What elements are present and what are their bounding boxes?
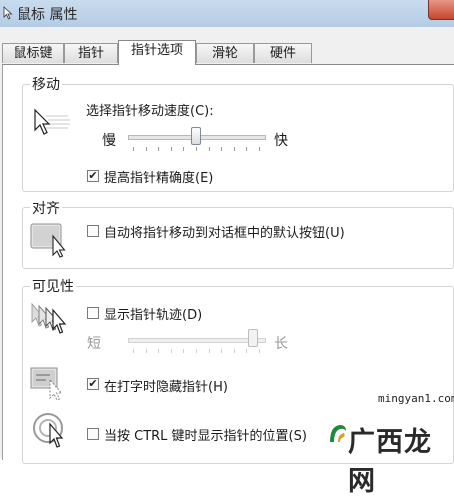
slider-tick <box>208 147 210 151</box>
hide-typing-checkbox[interactable]: ✔ <box>87 378 99 390</box>
slow-label: 慢 <box>102 133 116 149</box>
tab-label: 滑轮 <box>211 46 238 61</box>
slider-tick <box>133 147 134 151</box>
slider-tick <box>246 147 248 151</box>
ctrl-locate-checkbox[interactable] <box>87 428 99 440</box>
precision-label: 提高指针精确度(E) <box>104 171 214 186</box>
snap-group-title: 对齐 <box>30 198 62 218</box>
trails-label: 显示指针轨迹(D) <box>104 308 203 323</box>
slider-tick <box>170 349 172 353</box>
ctrl-locate-label: 当按 CTRL 键时显示指针的位置(S) <box>104 429 307 444</box>
snap-label: 自动将指针移动到对话框中的默认按钮(U) <box>104 226 345 241</box>
slider-tick <box>208 349 210 353</box>
slider-tick <box>233 349 235 353</box>
window-title: 鼠标 属性 <box>17 7 78 23</box>
watermark-url: mingyan1.com <box>378 392 454 405</box>
slider-tick <box>145 349 147 353</box>
slider-tick <box>196 349 197 353</box>
speed-label: 选择指针移动速度(C): <box>86 104 214 119</box>
trails-slider-track[interactable] <box>128 338 266 343</box>
hide-while-typing-icon <box>30 367 63 401</box>
tab-wheel[interactable]: 滑轮 <box>196 43 254 63</box>
slider-tick <box>221 147 223 151</box>
precision-checkbox[interactable]: ✔ <box>87 170 99 182</box>
close-button[interactable] <box>428 0 454 20</box>
snap-checkbox[interactable] <box>87 225 99 237</box>
short-label: 短 <box>87 336 101 352</box>
slider-tick <box>170 147 172 151</box>
trails-slider-thumb[interactable] <box>247 329 258 347</box>
speed-slider-thumb[interactable] <box>191 127 201 145</box>
fast-label: 快 <box>274 133 288 149</box>
tab-label: 指针 <box>77 46 104 61</box>
slider-tick <box>158 349 160 353</box>
motion-group-title: 移动 <box>30 74 62 94</box>
trails-checkbox[interactable] <box>87 307 99 319</box>
tab-pointers[interactable]: 指针 <box>64 43 118 63</box>
title-bar: 鼠标 属性 <box>0 0 454 28</box>
tab-hardware[interactable]: 硬件 <box>254 43 312 63</box>
slider-tick <box>196 147 197 151</box>
visibility-group-title: 可见性 <box>30 276 76 296</box>
slider-tick <box>259 147 260 151</box>
watermark-logo-icon <box>330 425 346 442</box>
slider-tick <box>233 147 235 151</box>
tab-pointer-options[interactable]: 指针选项 <box>118 40 196 65</box>
ctrl-locate-pointer-icon <box>33 413 64 448</box>
hide-typing-label: 在打字时隐藏指针(H) <box>104 380 228 395</box>
slider-tick <box>145 147 147 151</box>
pointer-trails-icon <box>31 302 67 334</box>
tab-label: 鼠标键 <box>13 46 53 61</box>
check-mark-icon: ✔ <box>88 169 98 182</box>
slider-tick <box>246 349 248 353</box>
slider-tick <box>183 349 185 353</box>
slider-tick <box>183 147 185 151</box>
pointer-speed-icon <box>34 108 70 135</box>
check-mark-icon: ✔ <box>88 377 98 390</box>
slider-tick <box>259 349 260 353</box>
slider-tick <box>158 147 160 151</box>
long-label: 长 <box>274 336 288 352</box>
slider-tick <box>221 349 223 353</box>
tab-label: 硬件 <box>269 46 296 61</box>
slider-tick <box>133 349 134 353</box>
tab-label: 指针选项 <box>130 43 183 58</box>
snap-to-button-icon <box>30 223 66 258</box>
mouse-cursor-icon <box>3 6 13 20</box>
watermark-text: 广西龙网 <box>348 427 432 497</box>
tab-buttons[interactable]: 鼠标键 <box>2 43 64 63</box>
